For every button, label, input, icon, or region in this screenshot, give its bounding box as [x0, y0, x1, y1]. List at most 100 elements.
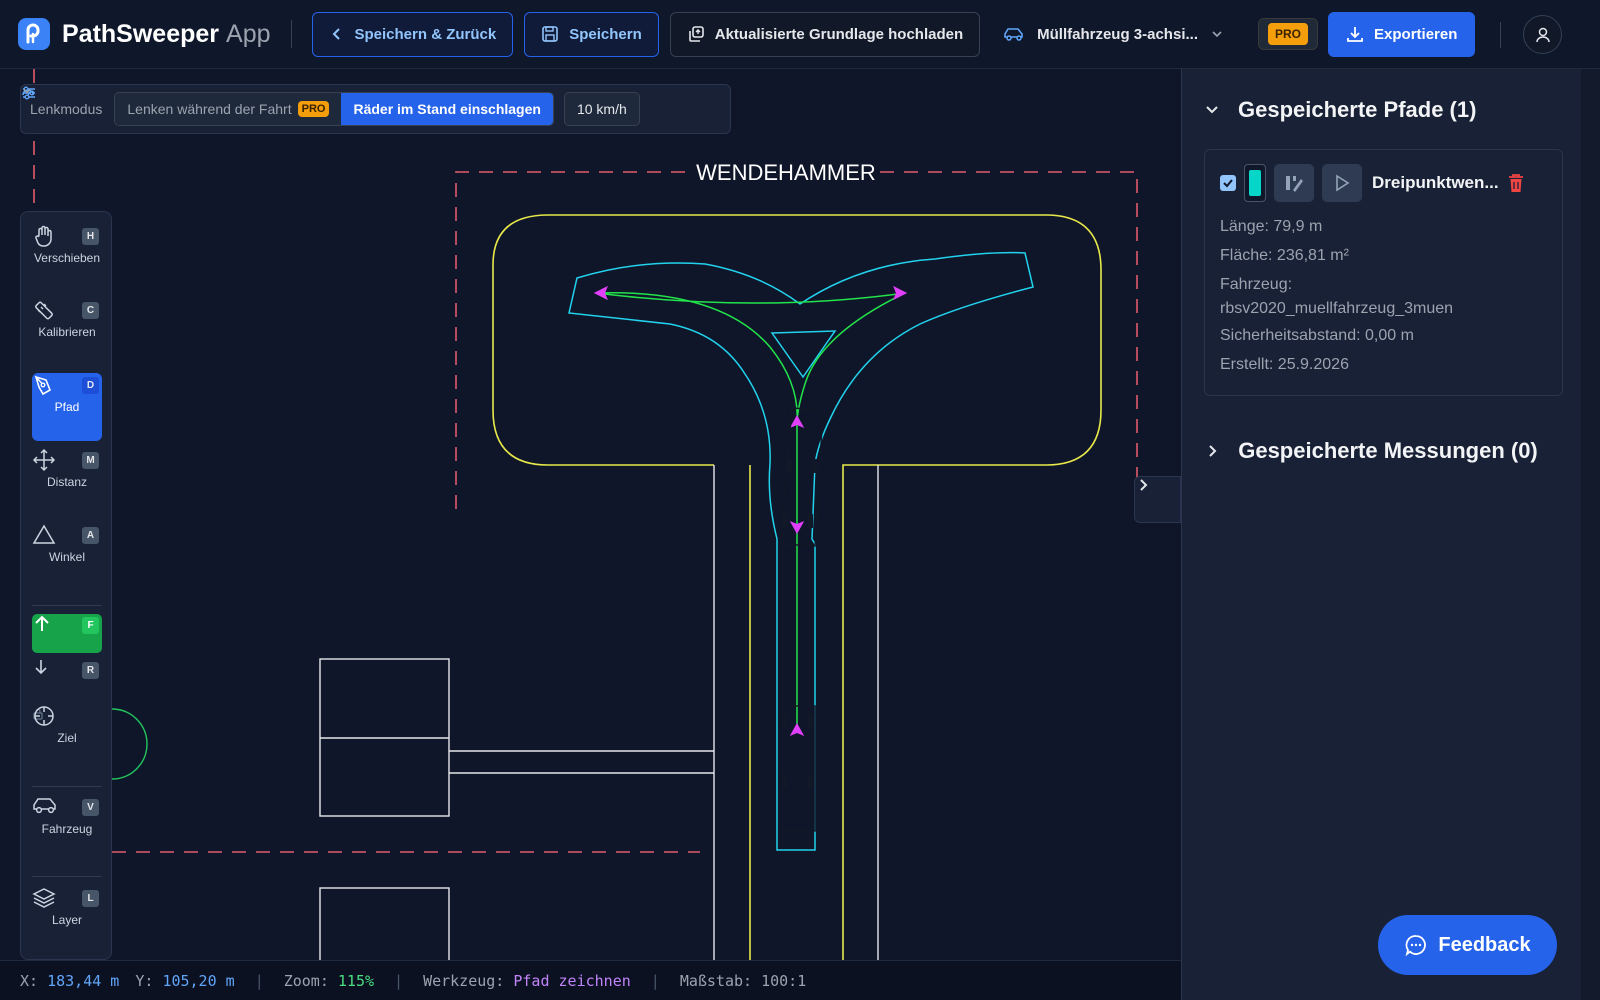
- path-style-button[interactable]: [1274, 164, 1314, 202]
- saved-paths-header[interactable]: Gespeicherte Pfade (1): [1204, 97, 1476, 123]
- upload-base-button[interactable]: Aktualisierte Grundlage hochladen: [669, 11, 981, 57]
- panel-scrollbar[interactable]: [1581, 69, 1600, 1000]
- shortcut-key: D: [82, 377, 99, 394]
- scale-value: 100:1: [761, 971, 807, 990]
- shortcut-key: A: [82, 527, 99, 544]
- pro-badge: PRO: [297, 101, 330, 117]
- save-button[interactable]: Speichern: [524, 11, 659, 57]
- hand-icon: [35, 225, 52, 247]
- download-icon: [1347, 27, 1363, 42]
- shortcut-key: R: [82, 662, 99, 679]
- shortcut-key: M: [82, 452, 99, 469]
- y-coord-value: 105,20 m: [162, 971, 235, 990]
- status-divider: |: [650, 971, 660, 990]
- export-button[interactable]: Exportieren: [1328, 11, 1476, 57]
- zoom-value: 115%: [337, 971, 375, 990]
- play-icon: [1336, 174, 1350, 192]
- pro-badge: PRO: [1268, 23, 1309, 45]
- tool-layer[interactable]: L Layer: [32, 886, 102, 954]
- save-and-back-button[interactable]: Speichern & Zurück: [311, 11, 514, 57]
- shortcut-key: C: [82, 302, 99, 319]
- toolbar-divider: [32, 876, 102, 877]
- move-icon: [32, 448, 56, 472]
- header-divider-right: [1500, 22, 1501, 48]
- feedback-button[interactable]: Feedback: [1378, 915, 1557, 975]
- vehicle-select[interactable]: Müllfahrzeug 3-achsi...: [1003, 26, 1224, 43]
- area-label: WENDEHAMMER: [696, 160, 876, 185]
- chevron-left-icon: [332, 28, 340, 40]
- steering-mode-bar: Lenkmodus Lenken während der Fahrt PRO R…: [20, 84, 731, 134]
- path-visibility-checkbox[interactable]: [1220, 175, 1236, 191]
- pro-indicator[interactable]: PRO: [1258, 18, 1319, 50]
- chevron-down-icon: [23, 89, 31, 94]
- speed-select[interactable]: 10 km/h: [22, 89, 640, 126]
- car-icon: [1004, 28, 1023, 41]
- user-avatar[interactable]: [1523, 15, 1562, 54]
- toolbar-divider: [32, 605, 102, 606]
- path-safety-distance: Sicherheitsabstand: 0,00 m: [1220, 327, 1414, 344]
- tool-angle[interactable]: A Winkel: [32, 523, 102, 591]
- tool-target[interactable]: Ziel: [32, 704, 102, 772]
- arrow-down-icon: [35, 660, 47, 675]
- steer-standing-option[interactable]: Räder im Stand einschlagen: [341, 93, 553, 125]
- layers-icon: [32, 888, 56, 908]
- pen-tool-icon: [34, 375, 52, 396]
- tool-pan[interactable]: H Verschieben: [32, 224, 102, 292]
- app-header: PathSweeper App Speichern & Zurück Speich…: [0, 0, 1600, 69]
- y-coord-label: Y:: [135, 971, 154, 990]
- path-color-swatch: [1249, 170, 1261, 196]
- path-edit-icon: [1286, 176, 1303, 192]
- copy-upload-icon: [688, 26, 704, 42]
- tool-calibrate[interactable]: C Kalibrieren: [32, 298, 102, 366]
- x-coord-label: X:: [20, 971, 39, 990]
- crosshair-icon: [34, 706, 54, 726]
- path-details: Länge: 79,9 m Fläche: 236,81 m² Fahrzeug…: [1220, 212, 1547, 379]
- tool-status-label: Werkzeug:: [423, 971, 505, 990]
- path-name[interactable]: Dreipunktwen...: [1372, 173, 1499, 193]
- tool-path[interactable]: D Pfad: [32, 373, 102, 441]
- check-icon: [1223, 179, 1233, 188]
- saved-measurements-header[interactable]: Gespeicherte Messungen (0): [1204, 437, 1538, 464]
- play-animation-button[interactable]: [1322, 164, 1362, 202]
- shortcut-key: L: [82, 890, 99, 907]
- car-icon: [33, 798, 56, 814]
- scale-label: Maßstab:: [679, 971, 753, 990]
- path-created-date: Erstellt: 25.9.2026: [1220, 356, 1349, 373]
- arrow-up-icon: [35, 615, 49, 631]
- shortcut-key: V: [82, 799, 99, 816]
- tool-palette: H Verschieben C Kalibrieren D Pfad M Dis…: [20, 211, 112, 960]
- steer-while-driving-option[interactable]: Lenken während der Fahrt PRO: [115, 93, 342, 125]
- chevron-right-icon: [1140, 479, 1148, 491]
- chevron-right-icon: [1209, 444, 1217, 457]
- tool-distance[interactable]: M Distanz: [32, 448, 102, 516]
- toolbar-divider: [32, 786, 102, 787]
- shortcut-key: H: [82, 228, 99, 245]
- chat-bubble-icon: [1405, 935, 1427, 957]
- trash-icon[interactable]: [1507, 173, 1525, 193]
- drawing-canvas[interactable]: WENDEHAMMER Lenkmodus Lenken während der…: [0, 69, 1181, 960]
- side-panel: Gespeicherte Pfade (1) Dreipunktwen... L…: [1181, 69, 1581, 1000]
- tool-vehicle[interactable]: V Fahrzeug: [32, 795, 102, 863]
- tool-status-value: Pfad zeichnen: [513, 971, 631, 990]
- steering-mode-toggle: Lenken während der Fahrt PRO Räder im St…: [114, 92, 554, 126]
- tool-reverse[interactable]: R: [32, 658, 102, 700]
- user-icon: [1535, 27, 1550, 42]
- status-divider: |: [394, 971, 404, 990]
- x-coord-value: 183,44 m: [47, 971, 120, 990]
- floppy-disk-icon: [542, 26, 559, 42]
- tool-forward[interactable]: F: [32, 614, 102, 653]
- app-logo[interactable]: PathSweeper App: [18, 18, 271, 50]
- status-divider: |: [254, 971, 264, 990]
- steering-mode-label: Lenkmodus: [23, 86, 102, 117]
- shortcut-key: F: [82, 617, 99, 634]
- app-title: PathSweeper App: [62, 19, 271, 48]
- status-bar: X: 183,44 m Y: 105,20 m | Zoom: 115% | W…: [0, 960, 1181, 1000]
- path-color-picker[interactable]: [1244, 164, 1266, 202]
- path-vehicle-value: rbsv2020_muellfahrzeug_3muen: [1220, 300, 1454, 317]
- path-area: Fläche: 236,81 m²: [1220, 247, 1349, 264]
- path-length: Länge: 79,9 m: [1220, 218, 1323, 235]
- panel-toggle-button[interactable]: [1134, 476, 1181, 523]
- header-divider: [290, 20, 292, 48]
- triangle-icon: [32, 524, 56, 544]
- path-vehicle-label: Fahrzeug:: [1220, 276, 1293, 293]
